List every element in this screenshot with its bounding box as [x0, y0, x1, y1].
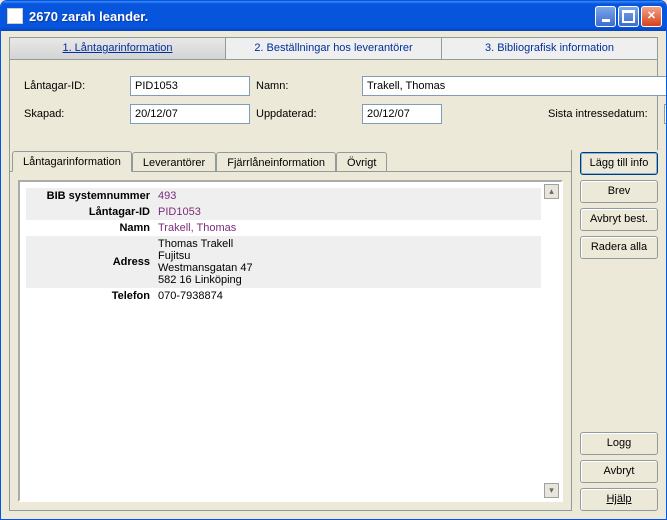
row-tel-label: Telefon [26, 288, 156, 304]
lagg-till-info-button[interactable]: Lägg till info [580, 152, 658, 175]
close-button[interactable] [641, 6, 662, 27]
detail-panel: Låntagarinformation Leverantörer Fjärrlå… [9, 150, 572, 511]
subtab-fjarrlane[interactable]: Fjärrlåneinformation [216, 152, 336, 171]
hjalp-button[interactable]: Hjälp [580, 488, 658, 511]
row-pid-label: Låntagar-ID [26, 204, 156, 220]
sub-tabstrip: Låntagarinformation Leverantörer Fjärrlå… [10, 150, 571, 172]
main-tabstrip: 1. Låntagarinformation 2. Beställningar … [9, 37, 658, 59]
subtab-lantagar[interactable]: Låntagarinformation [12, 151, 132, 172]
avbryt-button[interactable]: Avbryt [580, 460, 658, 483]
row-bib-label: BIB systemnummer [26, 188, 156, 204]
avbryt-best-button[interactable]: Avbryt best. [580, 208, 658, 231]
tab-bibliografisk[interactable]: 3. Bibliografisk information [442, 38, 657, 59]
subtab-leverantorer[interactable]: Leverantörer [132, 152, 216, 171]
label-skapad: Skapad: [24, 108, 124, 120]
info-table: BIB systemnummer 493 Låntagar-ID PID1053… [26, 188, 541, 304]
row-namn-label: Namn [26, 220, 156, 236]
scroll-down-button[interactable]: ▾ [544, 483, 559, 498]
label-namn: Namn: [256, 80, 356, 92]
window-title: 2670 zarah leander. [29, 9, 595, 24]
field-namn[interactable]: Trakell, Thomas [362, 76, 667, 96]
radera-alla-button[interactable]: Radera alla [580, 236, 658, 259]
subtab-ovrigt[interactable]: Övrigt [336, 152, 387, 171]
row-namn-value: Trakell, Thomas [156, 220, 541, 236]
row-pid-value: PID1053 [156, 204, 541, 220]
brev-button[interactable]: Brev [580, 180, 658, 203]
row-adress-value: Thomas Trakell Fujitsu Westmansgatan 47 … [156, 236, 541, 288]
maximize-button[interactable] [618, 6, 639, 27]
detail-scrollbox: ▴ ▾ BIB systemnummer 493 Låntagar-ID PID… [18, 180, 563, 502]
row-adress-label: Adress [26, 254, 156, 270]
field-skapad[interactable]: 20/12/07 [130, 104, 250, 124]
field-lantagar-id[interactable]: PID1053 [130, 76, 250, 96]
scroll-up-button[interactable]: ▴ [544, 184, 559, 199]
field-uppdaterad[interactable]: 20/12/07 [362, 104, 442, 124]
row-bib-value: 493 [156, 188, 541, 204]
label-lantagar-id: Låntagar-ID: [24, 80, 124, 92]
tab-bestallningar[interactable]: 2. Beställningar hos leverantörer [226, 38, 442, 59]
logg-button[interactable]: Logg [580, 432, 658, 455]
label-uppdaterad: Uppdaterad: [256, 108, 356, 120]
minimize-button[interactable] [595, 6, 616, 27]
label-sista: Sista intressedatum: [548, 108, 658, 120]
titlebar: 2670 zarah leander. [1, 1, 666, 31]
app-icon [7, 8, 23, 24]
action-buttons: Lägg till info Brev Avbryt best. Radera … [580, 150, 658, 511]
app-window: 2670 zarah leander. 1. Låntagarinformati… [0, 0, 667, 520]
row-tel-value: 070-7938874 [156, 288, 541, 304]
window-controls [595, 6, 662, 27]
client-area: 1. Låntagarinformation 2. Beställningar … [1, 31, 666, 519]
form-panel: Låntagar-ID: PID1053 Namn: Trakell, Thom… [9, 59, 658, 150]
tab-lantagarinfo[interactable]: 1. Låntagarinformation [10, 38, 226, 59]
